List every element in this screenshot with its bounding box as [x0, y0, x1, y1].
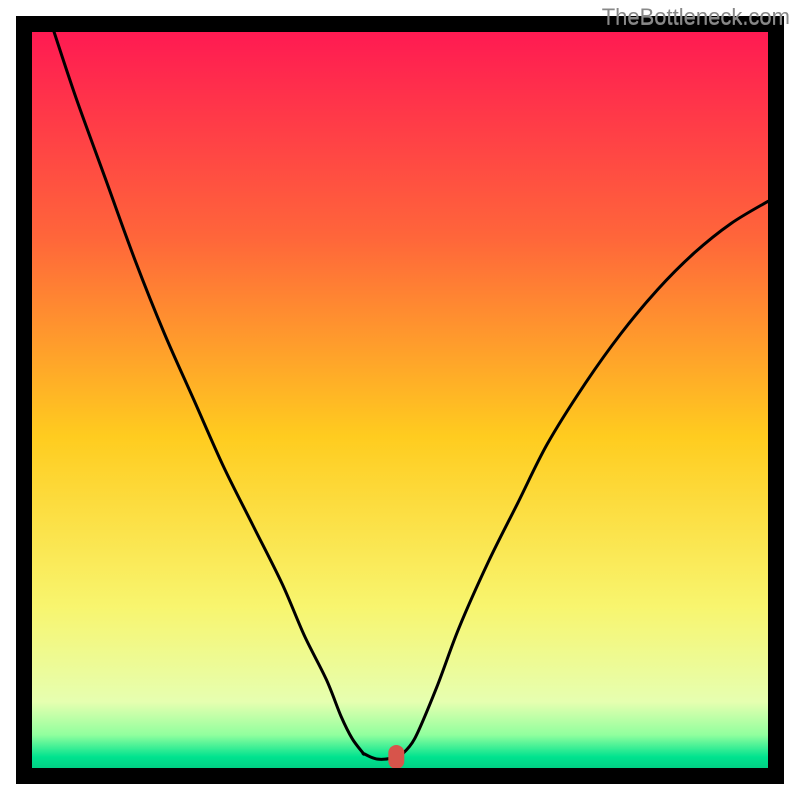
bottleneck-chart — [0, 0, 800, 800]
optimal-marker — [388, 745, 404, 769]
chart-container: TheBottleneck.com — [0, 0, 800, 800]
watermark-text: TheBottleneck.com — [602, 4, 790, 30]
plot-background — [32, 32, 768, 768]
